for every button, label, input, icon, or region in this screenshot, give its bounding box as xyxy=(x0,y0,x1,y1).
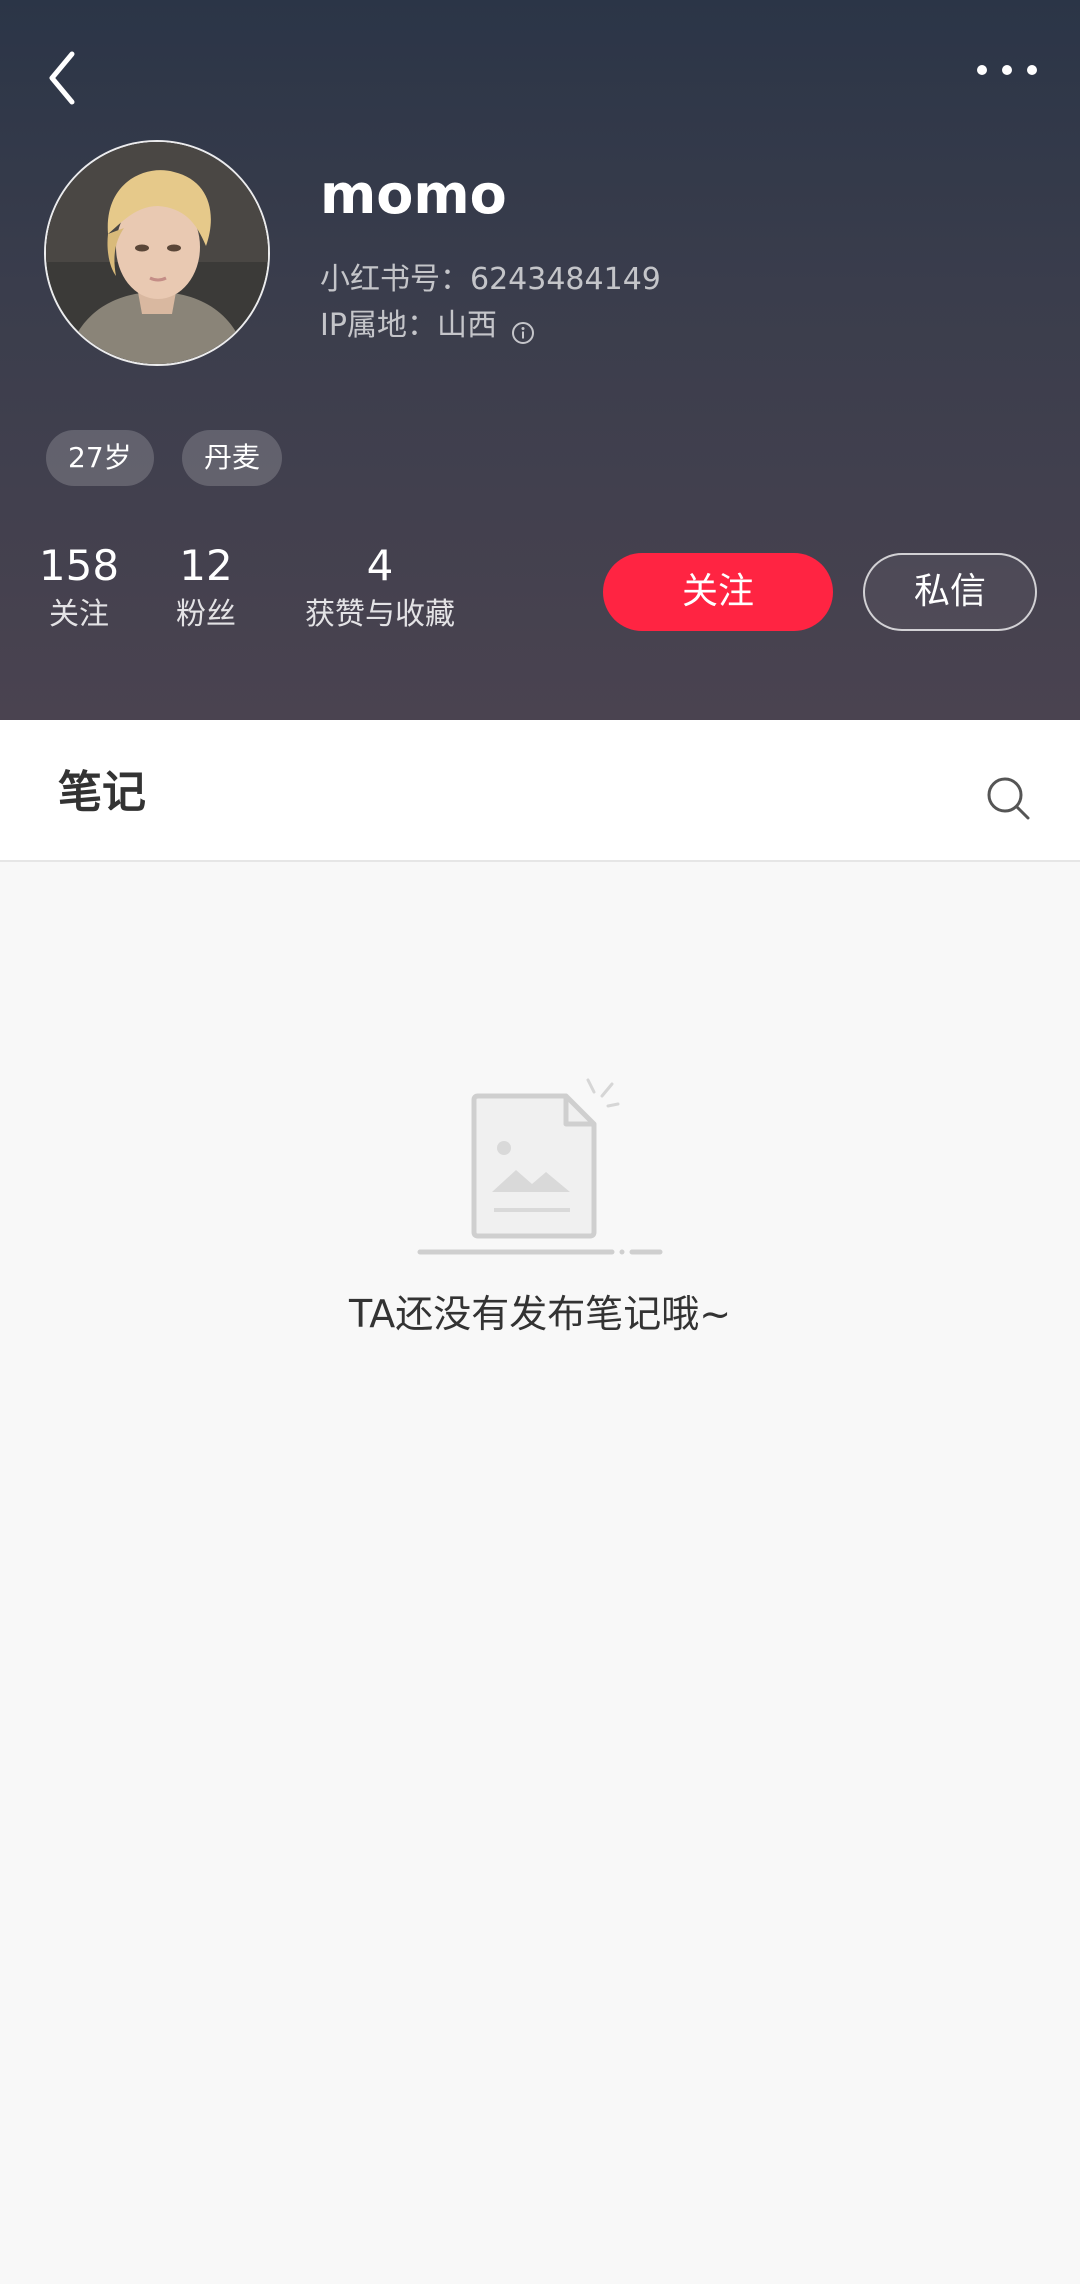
following-count: 158 xyxy=(38,541,120,590)
fans-count: 12 xyxy=(179,541,233,590)
avatar[interactable] xyxy=(44,140,270,366)
fans-label: 粉丝 xyxy=(176,597,236,632)
likes-stat[interactable]: 4 获赞与收藏 xyxy=(296,540,464,638)
likes-label: 获赞与收藏 xyxy=(305,597,455,632)
ip-location: IP属地：山西 xyxy=(320,308,497,343)
info-icon[interactable] xyxy=(511,314,535,344)
more-button[interactable] xyxy=(972,52,1042,88)
age-tag: 27岁 xyxy=(46,430,154,486)
profile-header: momo 小红书号：6243484149 IP属地：山西 27岁 丹麦 158 … xyxy=(0,0,1080,720)
follow-button[interactable]: 关注 xyxy=(603,553,833,631)
ip-location-row[interactable]: IP属地：山西 xyxy=(320,304,535,348)
chevron-left-icon xyxy=(49,51,75,105)
more-horizontal-icon xyxy=(977,65,1037,75)
likes-count: 4 xyxy=(366,541,394,590)
empty-notes-message: TA还没有发布笔记哦~ xyxy=(348,1292,732,1336)
tab-notes[interactable]: 笔记 xyxy=(58,766,146,820)
back-button[interactable] xyxy=(36,40,96,110)
message-button[interactable]: 私信 xyxy=(863,553,1037,631)
following-label: 关注 xyxy=(49,597,109,632)
fans-stat[interactable]: 12 粉丝 xyxy=(168,540,244,638)
search-button[interactable] xyxy=(984,774,1032,822)
notes-tab-bar: 笔记 xyxy=(0,720,1080,862)
avatar-image xyxy=(46,142,268,364)
empty-document-icon xyxy=(414,1076,666,1260)
search-icon xyxy=(987,777,1030,820)
following-stat[interactable]: 158 关注 xyxy=(38,540,120,638)
region-tag: 丹麦 xyxy=(182,430,283,486)
rednote-id: 小红书号：6243484149 xyxy=(320,262,661,297)
nickname: momo xyxy=(320,163,507,226)
